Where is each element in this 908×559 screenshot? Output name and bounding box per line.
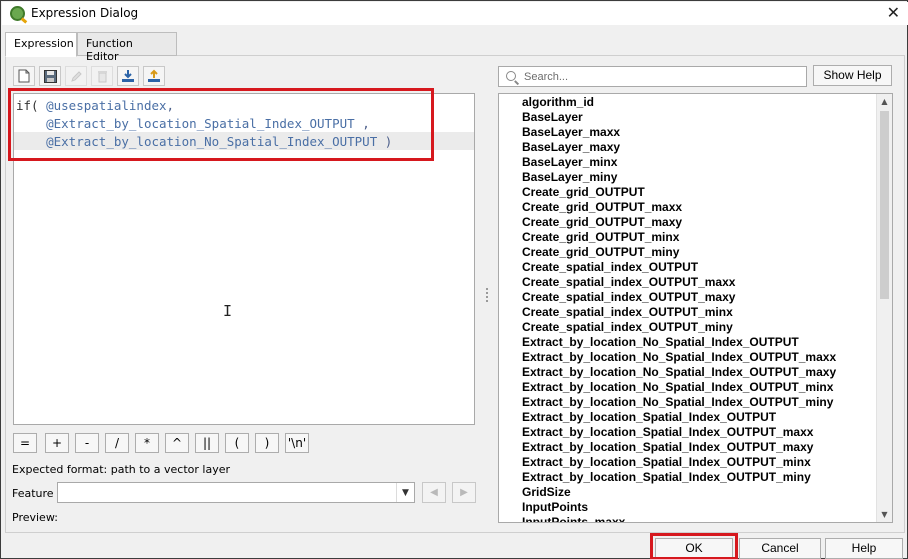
feature-label: Feature — [12, 487, 54, 500]
list-item[interactable]: GridSize — [522, 485, 836, 500]
list-item[interactable]: Extract_by_location_Spatial_Index_OUTPUT… — [522, 440, 836, 455]
operator-newline-button[interactable]: '\n' — [285, 433, 309, 453]
list-item[interactable]: Extract_by_location_No_Spatial_Index_OUT… — [522, 350, 836, 365]
title-bar: Expression Dialog ✕ — [2, 2, 908, 25]
expression-dialog: Expression Dialog ✕ Expression Function … — [0, 0, 908, 559]
splitter-handle[interactable] — [486, 288, 489, 302]
operator-divide-button[interactable]: / — [105, 433, 129, 453]
list-item[interactable]: Create_grid_OUTPUT_maxx — [522, 200, 836, 215]
operator-multiply-button[interactable]: * — [135, 433, 159, 453]
scrollbar-thumb[interactable] — [880, 111, 889, 299]
list-item[interactable]: algorithm_id — [522, 95, 836, 110]
list-item[interactable]: InputPoints_maxx — [522, 515, 836, 522]
operator-concat-button[interactable]: || — [195, 433, 219, 453]
operator-plus-button[interactable]: + — [45, 433, 69, 453]
delete-icon — [91, 66, 113, 86]
text-cursor-icon: I — [223, 302, 233, 320]
list-item[interactable]: Create_grid_OUTPUT — [522, 185, 836, 200]
operator-equals-button[interactable]: = — [13, 433, 37, 453]
edit-icon — [65, 66, 87, 86]
list-item[interactable]: BaseLayer_maxy — [522, 140, 836, 155]
search-input[interactable] — [524, 69, 799, 84]
list-item[interactable]: BaseLayer_minx — [522, 155, 836, 170]
preview-label: Preview: — [12, 511, 58, 524]
scroll-up-icon[interactable]: ▲ — [877, 94, 892, 109]
cancel-button[interactable]: Cancel — [739, 538, 821, 559]
list-item[interactable]: Create_grid_OUTPUT_maxy — [522, 215, 836, 230]
highlight-box-ok — [650, 533, 738, 559]
list-item[interactable]: Create_spatial_index_OUTPUT_maxx — [522, 275, 836, 290]
import-icon[interactable] — [117, 66, 139, 86]
list-item[interactable]: BaseLayer_maxx — [522, 125, 836, 140]
list-item[interactable]: InputPoints — [522, 500, 836, 515]
list-item[interactable]: Extract_by_location_No_Spatial_Index_OUT… — [522, 380, 836, 395]
show-help-button[interactable]: Show Help — [813, 65, 892, 86]
vertical-scrollbar[interactable]: ▲ ▼ — [876, 94, 892, 522]
window-title: Expression Dialog — [31, 6, 139, 20]
qgis-logo-icon — [10, 6, 25, 21]
list-item[interactable]: Extract_by_location_Spatial_Index_OUTPUT… — [522, 455, 836, 470]
list-item[interactable]: BaseLayer_miny — [522, 170, 836, 185]
export-icon[interactable] — [143, 66, 165, 86]
new-file-icon[interactable] — [13, 66, 35, 86]
expected-format-caption: Expected format: — [12, 463, 108, 476]
chevron-down-icon[interactable]: ▼ — [396, 483, 414, 502]
list-item[interactable]: Extract_by_location_No_Spatial_Index_OUT… — [522, 395, 836, 410]
next-feature-button: ▶ — [452, 482, 476, 503]
list-item[interactable]: BaseLayer — [522, 110, 836, 125]
list-item[interactable]: Extract_by_location_Spatial_Index_OUTPUT… — [522, 425, 836, 440]
expected-format-label: Expected format: path to a vector layer — [12, 463, 230, 476]
list-item[interactable]: Extract_by_location_No_Spatial_Index_OUT… — [522, 335, 836, 350]
variables-list-items: algorithm_id BaseLayer BaseLayer_maxx BaseL… — [522, 95, 836, 522]
expected-format-value: path to a vector layer — [110, 463, 230, 476]
list-item[interactable]: Create_spatial_index_OUTPUT_miny — [522, 320, 836, 335]
search-icon — [506, 71, 516, 81]
highlight-box-expression — [8, 88, 434, 161]
tab-expression[interactable]: Expression — [5, 32, 77, 57]
operator-close-paren-button[interactable]: ) — [255, 433, 279, 453]
operator-power-button[interactable]: ^ — [165, 433, 189, 453]
list-item[interactable]: Create_grid_OUTPUT_minx — [522, 230, 836, 245]
help-button[interactable]: Help — [825, 538, 903, 559]
search-field[interactable] — [498, 66, 807, 87]
list-item[interactable]: Create_spatial_index_OUTPUT_maxy — [522, 290, 836, 305]
operator-minus-button[interactable]: - — [75, 433, 99, 453]
scroll-down-icon[interactable]: ▼ — [877, 507, 892, 522]
tab-function-editor[interactable]: Function Editor — [77, 32, 177, 63]
list-item[interactable]: Extract_by_location_No_Spatial_Index_OUT… — [522, 365, 836, 380]
previous-feature-button: ◀ — [422, 482, 446, 503]
list-item[interactable]: Create_spatial_index_OUTPUT — [522, 260, 836, 275]
feature-combobox[interactable]: ▼ — [57, 482, 415, 503]
list-item[interactable]: Create_grid_OUTPUT_miny — [522, 245, 836, 260]
save-icon[interactable] — [39, 66, 61, 86]
list-item[interactable]: Create_spatial_index_OUTPUT_minx — [522, 305, 836, 320]
list-item[interactable]: Extract_by_location_Spatial_Index_OUTPUT… — [522, 470, 836, 485]
operator-open-paren-button[interactable]: ( — [225, 433, 249, 453]
list-item[interactable]: Extract_by_location_Spatial_Index_OUTPUT — [522, 410, 836, 425]
close-icon[interactable]: ✕ — [887, 3, 900, 22]
variables-list[interactable]: algorithm_id BaseLayer BaseLayer_maxx BaseL… — [498, 93, 893, 523]
